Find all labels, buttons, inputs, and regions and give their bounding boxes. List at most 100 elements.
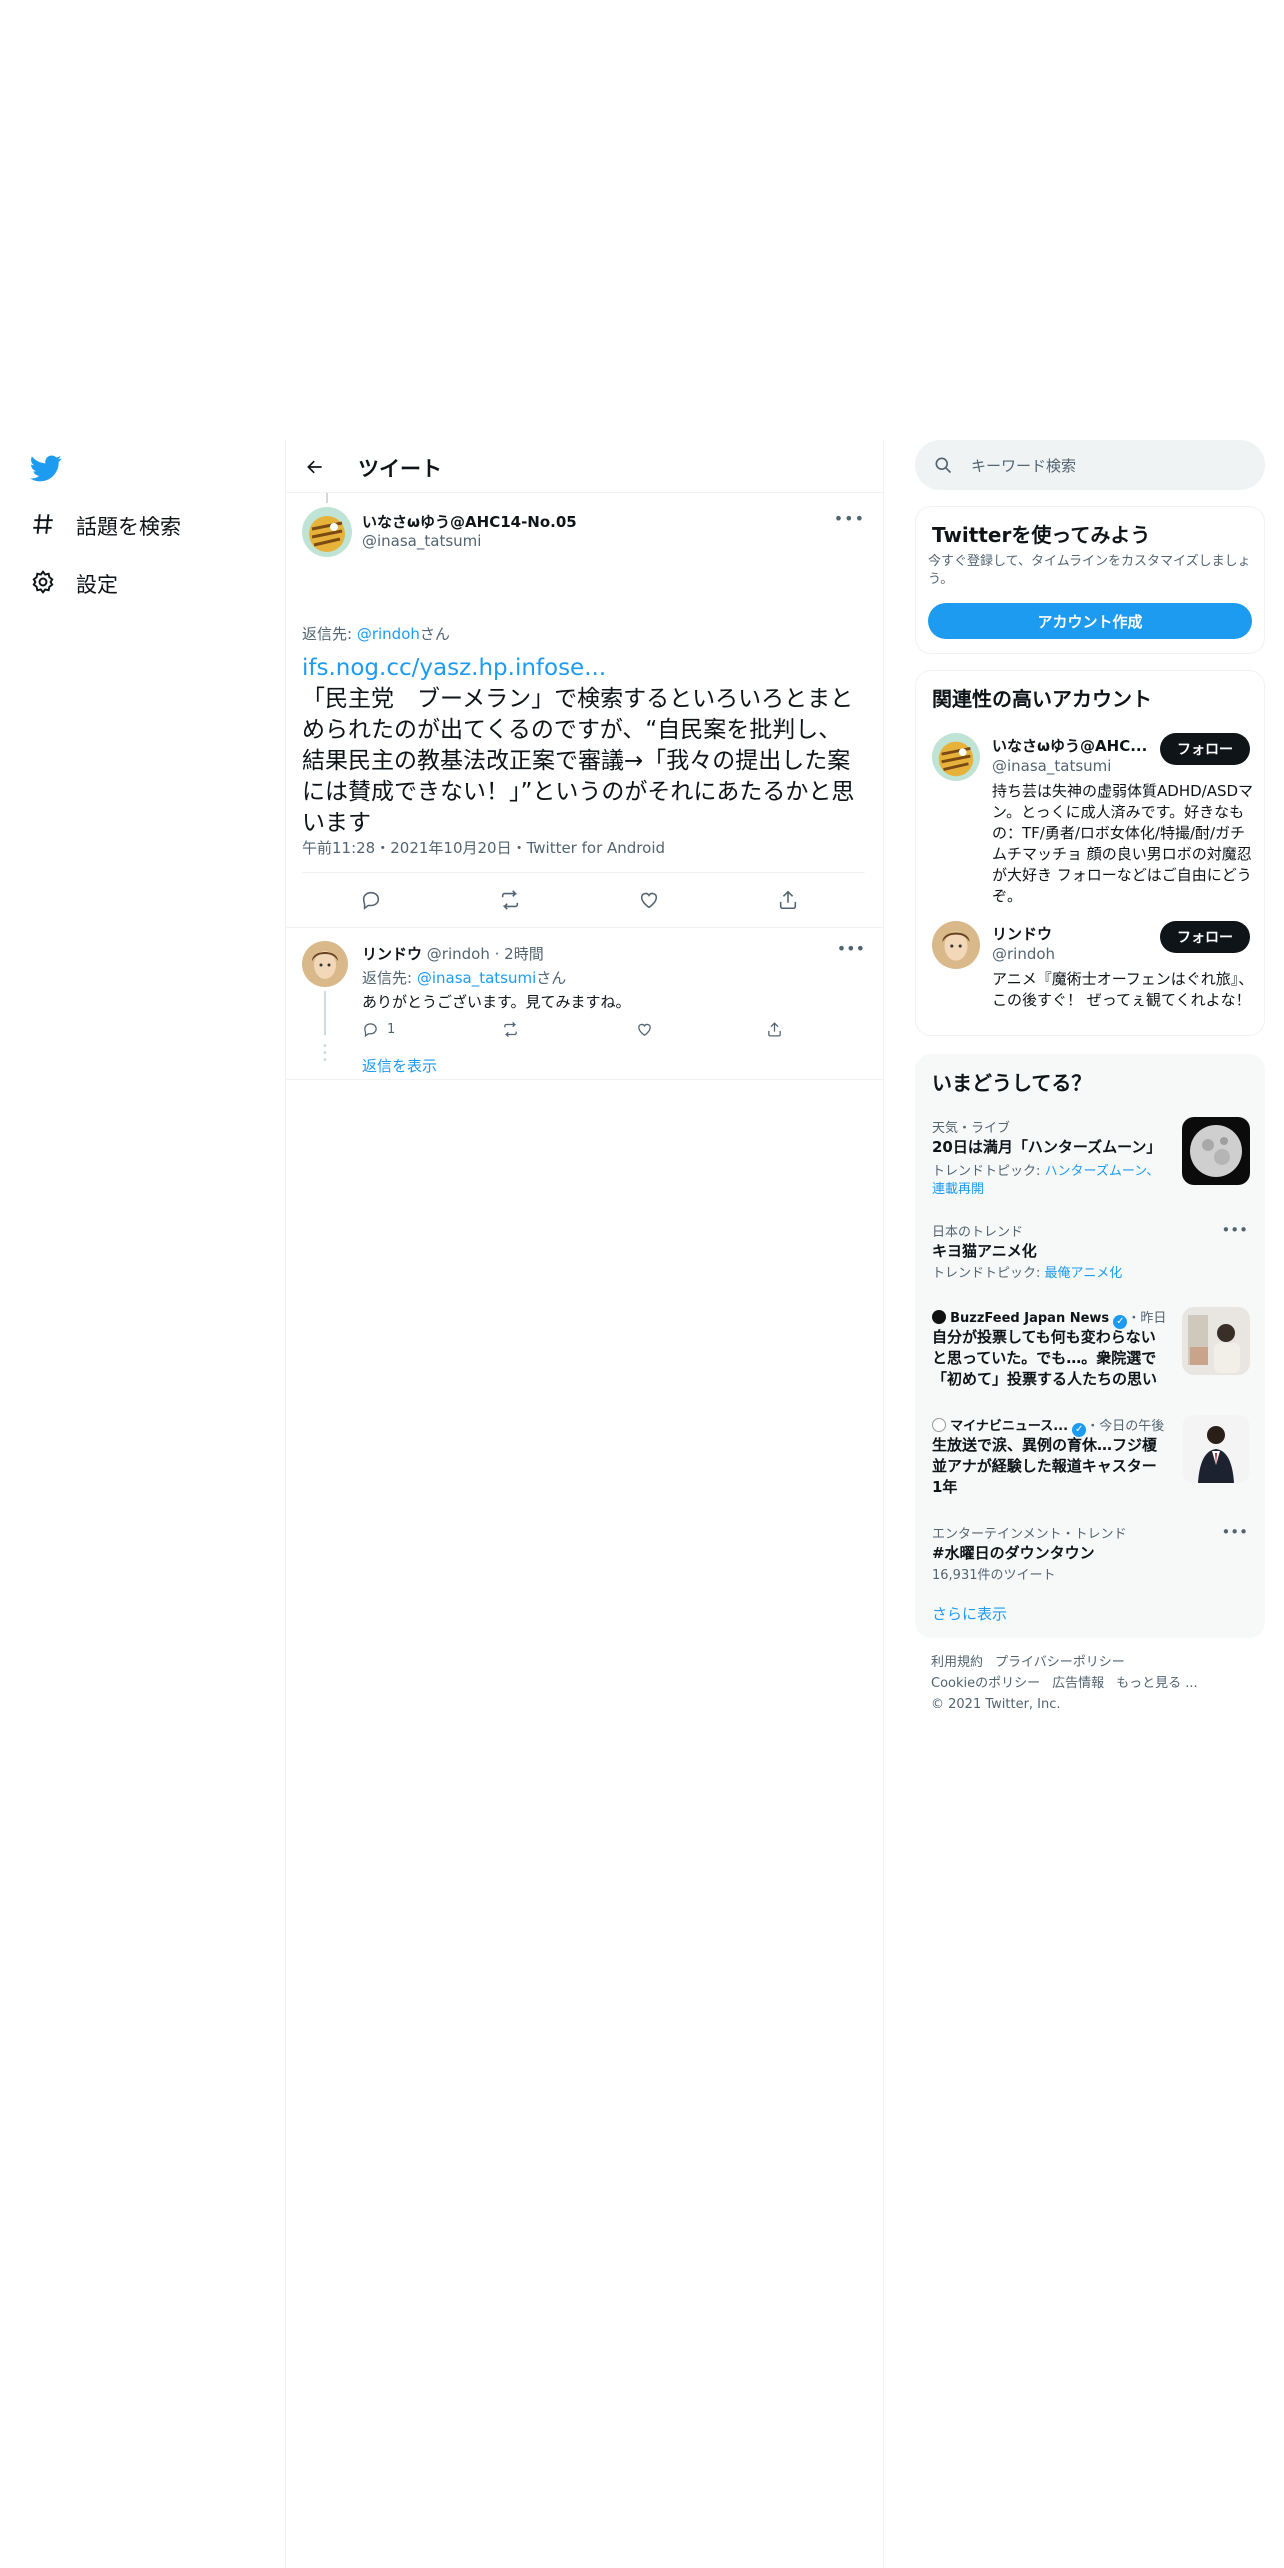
follow-button[interactable]: フォロー bbox=[1160, 733, 1250, 765]
account-name[interactable]: リンドウ bbox=[992, 923, 1152, 944]
nav-explore-label: 話題を検索 bbox=[76, 515, 181, 539]
reply-to-suffix: さん bbox=[536, 969, 567, 987]
tweet-text: 「民主党 ブーメラン」で検索するといろいろとまとめられたのが出てくるのですが、“… bbox=[302, 686, 855, 836]
reply-to-handle-link[interactable]: @rindoh bbox=[357, 625, 420, 643]
trends-card: いまどうしてる？ 天気・ライブ 20日は満月「ハンターズムーン」 トレンドトピッ… bbox=[915, 1054, 1265, 1638]
source-logo-icon bbox=[932, 1418, 946, 1432]
page-title: ツイート bbox=[358, 457, 442, 481]
relevant-accounts-card: 関連性の高いアカウント いなさωゆう@AHC... @inasa_tatsumi… bbox=[915, 670, 1265, 1036]
author-avatar[interactable] bbox=[302, 507, 352, 557]
twitter-logo-icon[interactable] bbox=[30, 452, 66, 484]
account-handle: @rindoh bbox=[992, 945, 1056, 963]
more-options-icon[interactable]: ••• bbox=[834, 509, 865, 528]
footer-link-cookies[interactable]: Cookieのポリシー bbox=[931, 1676, 1040, 1691]
news-item[interactable]: BuzzFeed Japan News ✓ ・昨日 自分が投票しても何も変わらない… bbox=[916, 1307, 1264, 1397]
tweet-timestamp[interactable]: 午前11:28・2021年10月20日・Twitter for Android bbox=[302, 837, 665, 858]
trends-title: いまどうしてる？ bbox=[932, 1071, 1092, 1095]
more-options-icon[interactable]: ••• bbox=[1221, 1221, 1248, 1239]
back-button[interactable] bbox=[300, 452, 330, 482]
reply-to-handle-link[interactable]: @inasa_tatsumi bbox=[417, 969, 536, 987]
news-title: 自分が投票しても何も変わらないと思っていた。でも…。衆院選で「初めて」投票する人… bbox=[932, 1328, 1158, 1388]
nav-explore[interactable]: 話題を検索 bbox=[30, 504, 181, 548]
share-icon bbox=[768, 1022, 781, 1037]
reply-tweet[interactable]: • • • リンドウ @rindoh · 2時間 返信先: @inasa_tatsu… bbox=[286, 929, 883, 1080]
account-avatar[interactable] bbox=[932, 921, 980, 969]
account-item[interactable]: いなさωゆう@AHC... @inasa_tatsumi フォロー 持ち芸は失神… bbox=[916, 733, 1264, 905]
trend-category: エンターテインメント・トレンド bbox=[932, 1527, 1127, 1542]
footer-link-terms[interactable]: 利用規約 bbox=[931, 1655, 983, 1670]
reply-button[interactable]: 1 bbox=[362, 1021, 395, 1038]
author-name[interactable]: いなさωゆう@AHC14-No.05 bbox=[362, 511, 577, 532]
create-account-button[interactable]: アカウント作成 bbox=[928, 603, 1252, 639]
reply-author-avatar[interactable] bbox=[302, 941, 348, 987]
news-source: マイナビニュース... bbox=[950, 1419, 1069, 1434]
footer-link-ads[interactable]: 広告情報 bbox=[1052, 1676, 1104, 1691]
hashtag-icon bbox=[30, 511, 56, 542]
trend-topic-link[interactable]: 最俺アニメ化 bbox=[1045, 1266, 1123, 1281]
reply-to-line: 返信先: @inasa_tatsumiさん bbox=[362, 967, 566, 988]
account-item[interactable]: リンドウ @rindoh フォロー アニメ『魔術士オーフェンはぐれ旅』、この後す… bbox=[916, 921, 1264, 1025]
main-header: ツイート bbox=[286, 440, 883, 493]
reply-to-suffix: さん bbox=[419, 625, 450, 643]
tweet-body: ifs.nog.cc/yasz.hp.infose... 「民主党 ブーメラン」… bbox=[302, 653, 862, 839]
news-image bbox=[1182, 1415, 1250, 1483]
back-arrow-icon bbox=[307, 460, 322, 474]
author-handle[interactable]: @inasa_tatsumi bbox=[362, 532, 481, 550]
trend-item[interactable]: エンターテインメント・トレンド #水曜日のダウンタウン 16,931件のツイート… bbox=[916, 1523, 1264, 1587]
show-replies-link[interactable]: 返信を表示 bbox=[362, 1055, 437, 1076]
focused-tweet: いなさωゆう@AHC14-No.05 @inasa_tatsumi ••• 返信… bbox=[286, 493, 883, 1133]
tweet-link[interactable]: ifs.nog.cc/yasz.hp.infose... bbox=[302, 653, 862, 684]
like-icon[interactable] bbox=[638, 889, 662, 913]
reply-to-prefix: 返信先: bbox=[362, 969, 417, 987]
trend-title: キヨ猫アニメ化 bbox=[932, 1242, 1037, 1260]
reply-icon bbox=[364, 1023, 377, 1038]
account-bio: 持ち芸は失神の虚弱体質ADHD/ASDマン。とっくに成人済みです。好きなもの：T… bbox=[992, 782, 1254, 905]
trend-image bbox=[1182, 1117, 1250, 1185]
trend-topics: トレンドトピック: ハンターズムーン、連載再開 bbox=[932, 1163, 1172, 1199]
nav-settings[interactable]: 設定 bbox=[30, 562, 118, 606]
like-button[interactable] bbox=[636, 1021, 653, 1038]
retweet-button[interactable] bbox=[502, 1021, 519, 1038]
reply-text: ありがとうございます。見てみますね。 bbox=[362, 993, 631, 1011]
more-options-icon[interactable]: ••• bbox=[1221, 1523, 1248, 1541]
thread-dots: • • • bbox=[322, 1041, 328, 1066]
retweet-icon[interactable] bbox=[499, 889, 523, 913]
account-bio: アニメ『魔術士オーフェンはぐれ旅』、この後すぐ！ ぜってぇ観てくれよな！ bbox=[992, 970, 1254, 1009]
share-button[interactable] bbox=[766, 1021, 783, 1038]
show-more-link[interactable]: さらに表示 bbox=[932, 1603, 1007, 1624]
account-name[interactable]: いなさωゆう@AHC... bbox=[992, 735, 1152, 756]
tweet-author: いなさωゆう@AHC14-No.05 @inasa_tatsumi ••• bbox=[286, 493, 883, 565]
more-options-icon[interactable]: ••• bbox=[837, 939, 865, 958]
account-avatar[interactable] bbox=[932, 733, 980, 781]
follow-button[interactable]: フォロー bbox=[1160, 921, 1250, 953]
search-input[interactable] bbox=[969, 448, 1253, 484]
trend-title: 20日は満月「ハンターズムーン」 bbox=[932, 1138, 1162, 1156]
trend-category: 天気・ライブ bbox=[932, 1121, 1011, 1136]
reply-to-line: 返信先: @rindohさん bbox=[302, 623, 450, 644]
trend-item[interactable]: 日本のトレンド キヨ猫アニメ化 トレンドトピック: 最俺アニメ化 ••• bbox=[916, 1221, 1264, 1285]
news-image bbox=[1182, 1307, 1250, 1375]
retweet-icon bbox=[504, 1021, 517, 1038]
trend-item[interactable]: 天気・ライブ 20日は満月「ハンターズムーン」 トレンドトピック: ハンターズム… bbox=[916, 1117, 1264, 1213]
like-icon bbox=[638, 1023, 651, 1036]
footer-link-more[interactable]: もっと見る ... bbox=[1116, 1676, 1198, 1691]
main-column: ツイート いなさωゆう@AHC14-No.05 @inasa_tatsumi •… bbox=[286, 440, 883, 1133]
trend-topic-prefix: トレンドトピック: bbox=[932, 1266, 1045, 1281]
reply-header: リンドウ @rindoh · 2時間 bbox=[362, 943, 544, 964]
news-source-line: BuzzFeed Japan News ✓ ・昨日 bbox=[932, 1307, 1166, 1329]
footer-link-privacy[interactable]: プライバシーポリシー bbox=[995, 1655, 1125, 1670]
gear-icon bbox=[30, 569, 56, 600]
column-divider-right bbox=[883, 440, 884, 2568]
divider bbox=[302, 872, 865, 873]
source-logo-icon bbox=[932, 1310, 946, 1324]
search-box[interactable] bbox=[915, 440, 1265, 490]
reply-author-name[interactable]: リンドウ bbox=[362, 945, 422, 963]
news-item[interactable]: マイナビニュース... ✓ ・今日の午後 生放送で涙、異例の育休…フジ榎並アナが経… bbox=[916, 1415, 1264, 1505]
reply-handle-time: @rindoh · 2時間 bbox=[426, 945, 544, 963]
news-source: BuzzFeed Japan News bbox=[950, 1311, 1110, 1326]
share-icon[interactable] bbox=[777, 889, 801, 913]
trend-topics: トレンドトピック: 最俺アニメ化 bbox=[932, 1265, 1122, 1283]
nav-settings-label: 設定 bbox=[76, 573, 118, 597]
trend-tweet-count: 16,931件のツイート bbox=[932, 1568, 1056, 1583]
reply-icon[interactable] bbox=[360, 889, 384, 913]
